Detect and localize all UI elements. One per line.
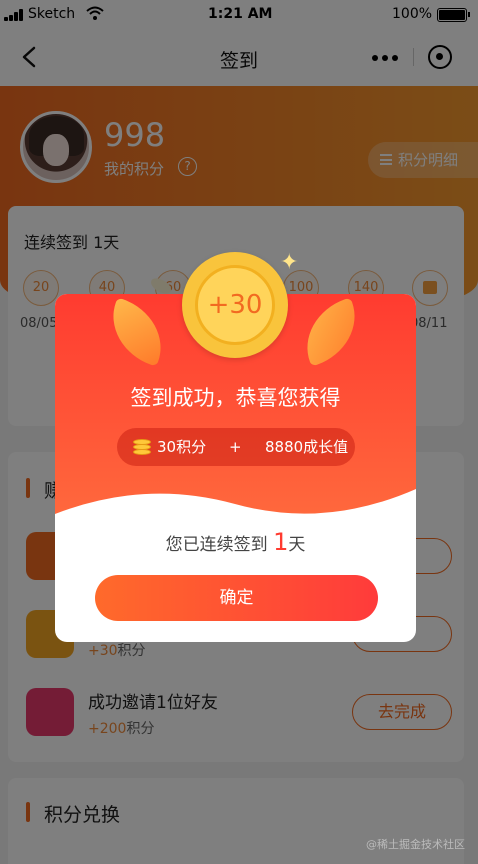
coin-amount: +30 [195, 265, 275, 345]
coin-icon: +30 [182, 252, 288, 358]
reward-pill: 30积分 + 8880成长值 [117, 428, 355, 466]
confirm-button[interactable]: 确定 [95, 575, 378, 621]
reward-growth: 8880成长值 [265, 438, 349, 456]
consecutive-days: 1 [273, 528, 289, 556]
coins-icon [133, 439, 151, 456]
reward-points: 30积分 [157, 438, 207, 456]
consecutive-text: 您已连续签到 1天 [165, 528, 306, 556]
watermark: @稀土掘金技术社区 [366, 838, 465, 851]
modal-title: 签到成功，恭喜您获得 [130, 386, 341, 410]
sparkle-icon: ✦ [280, 250, 299, 275]
reward-plus: + [229, 438, 242, 456]
